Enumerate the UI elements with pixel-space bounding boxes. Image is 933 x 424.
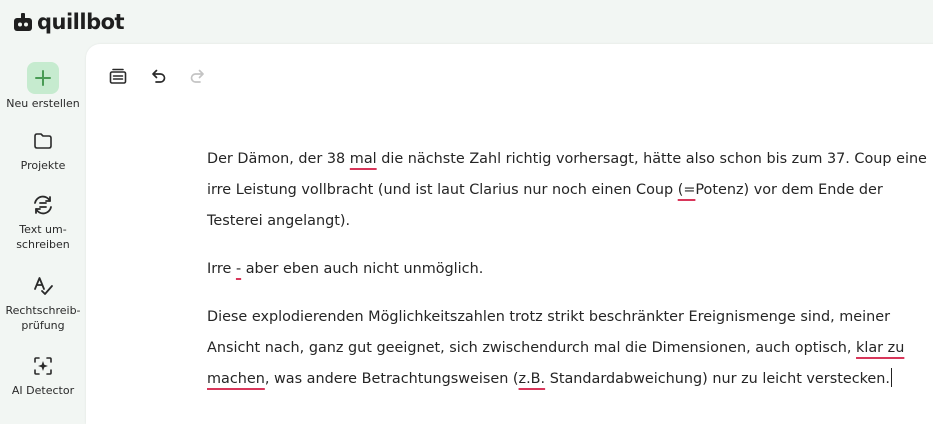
redo-icon[interactable] <box>186 64 210 88</box>
folder-icon <box>28 126 58 156</box>
top-bar: quillbot <box>0 0 933 44</box>
sidebar-item-label: AI Detector <box>11 384 75 397</box>
quillbot-logo-icon <box>14 13 32 31</box>
editor-toolbar <box>106 64 226 88</box>
ai-detector-icon <box>28 351 58 381</box>
sidebar-item-label: Neu erstellen <box>6 97 80 110</box>
paragraph-2: Irre - aber eben auch nicht unmöglich. <box>207 254 927 285</box>
sidebar-item-label-line2: prüfung <box>21 319 65 332</box>
text-run: , was andere Betrachtungsweisen ( <box>264 371 519 387</box>
editor-panel: Der Dämon, der 38 mal die nächste Zahl r… <box>86 44 933 424</box>
grammar-error-highlight[interactable]: z.B. <box>519 371 546 387</box>
sidebar-item-paraphrase[interactable]: Text um- schreiben <box>0 190 86 252</box>
quillbot-logo[interactable]: quillbot <box>12 9 125 35</box>
sidebar-item-label-line2: schreiben <box>16 238 70 251</box>
paragraph-3: Diese explodierenden Möglichkeitszahlen … <box>207 302 927 395</box>
sidebar-item-ai-detector[interactable]: AI Detector <box>0 351 86 398</box>
grammar-error-highlight[interactable]: mal <box>350 151 377 167</box>
sidebar-item-label: Rechtschreib- <box>5 304 81 317</box>
text-run: aber eben auch nicht unmöglich. <box>241 261 484 277</box>
logo-text: quillbot <box>37 10 125 34</box>
document-history-icon[interactable] <box>106 64 130 88</box>
text-run: Standardabweichung) nur zu leicht verste… <box>545 371 890 387</box>
sidebar-item-projects[interactable]: Projekte <box>0 126 86 173</box>
plus-icon <box>27 62 59 94</box>
sidebar: Neu erstellen Projekte Text um- schreibe… <box>0 44 86 410</box>
sidebar-item-label: Text um- <box>19 223 67 236</box>
text-cursor <box>890 368 892 387</box>
document-text-area[interactable]: Der Dämon, der 38 mal die nächste Zahl r… <box>207 144 927 412</box>
sidebar-item-label: Projekte <box>20 159 66 172</box>
sidebar-item-new[interactable]: Neu erstellen <box>0 62 86 111</box>
text-run: Diese explodierenden Möglichkeitszahlen … <box>207 309 891 356</box>
text-run: Irre <box>207 261 236 277</box>
paraphrase-icon <box>28 190 58 220</box>
paragraph-1: Der Dämon, der 38 mal die nächste Zahl r… <box>207 144 927 237</box>
sidebar-item-grammar-check[interactable]: Rechtschreib- prüfung <box>0 271 86 333</box>
grammar-error-highlight[interactable]: (= <box>678 182 696 198</box>
undo-icon[interactable] <box>146 64 170 88</box>
text-run: Der Dämon, der 38 <box>207 151 350 167</box>
spellcheck-icon <box>28 271 58 301</box>
